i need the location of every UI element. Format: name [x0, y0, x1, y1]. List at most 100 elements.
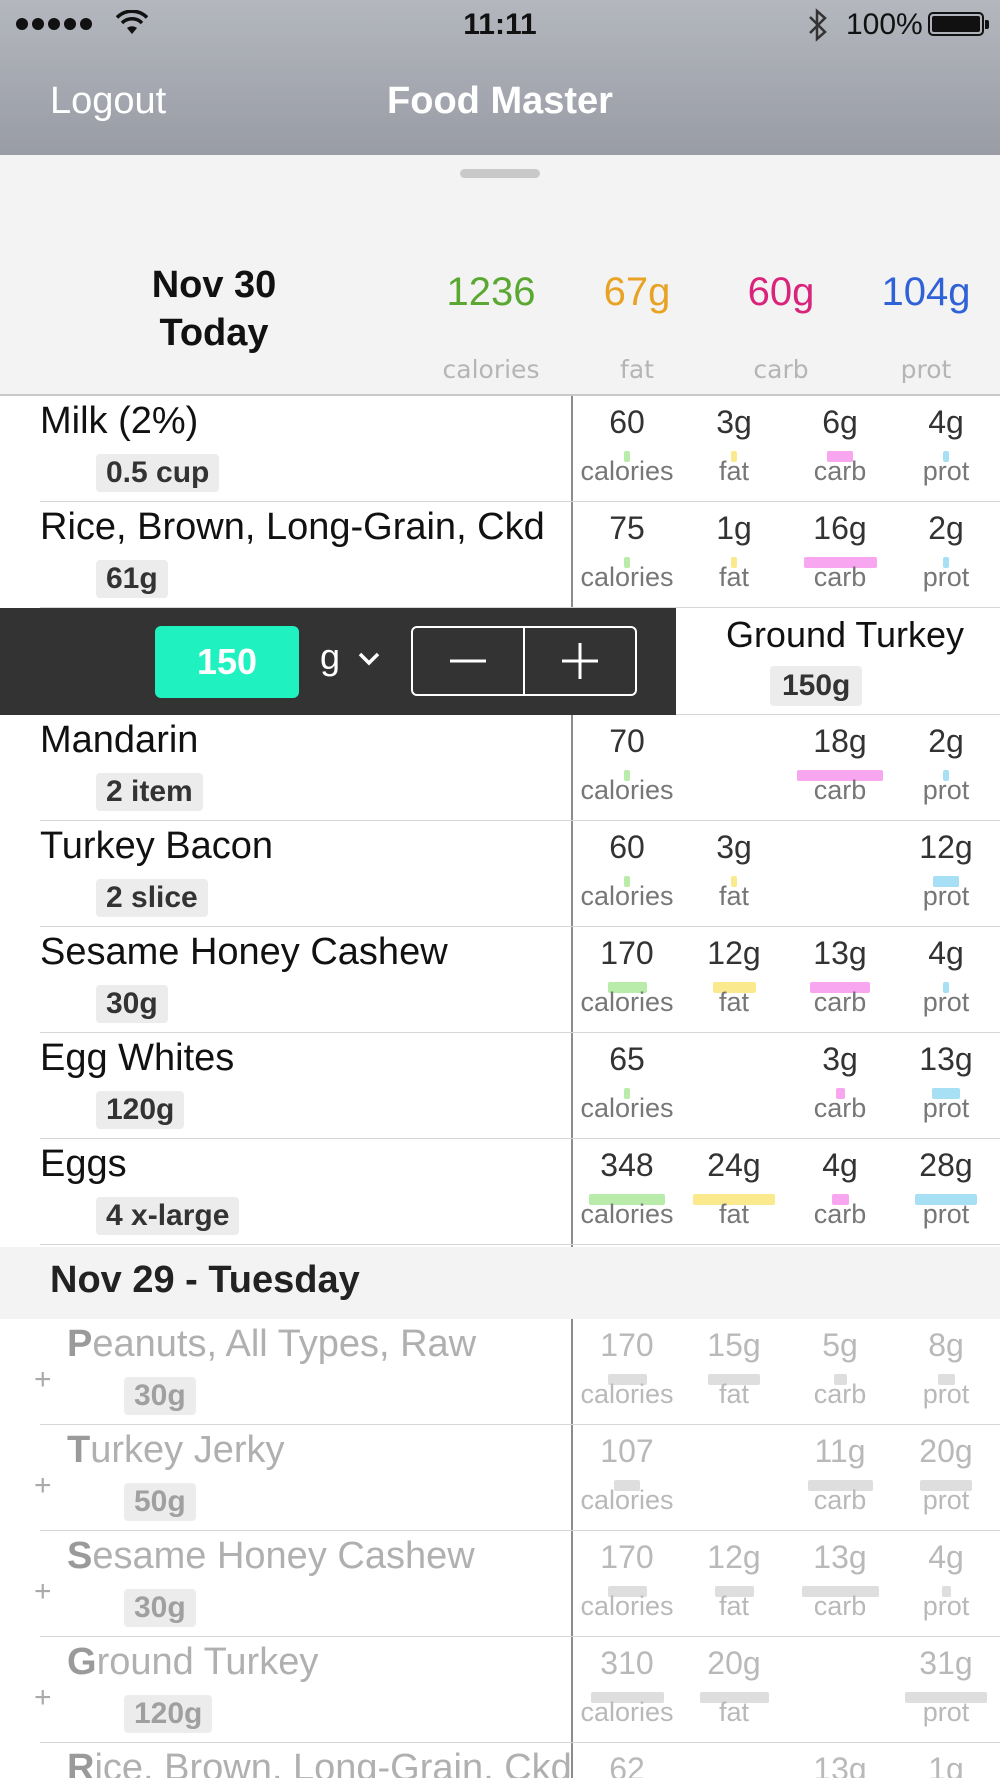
calories-cell: 348 calories [577, 1139, 677, 1245]
fat-label: fat [718, 987, 750, 1017]
food-name: Sesame Honey Cashew [67, 1535, 475, 1577]
calories-value: 75 [609, 510, 645, 546]
total-prot: 104g [881, 270, 971, 314]
food-entry-row[interactable]: Eggs 4 x-large 348 calories 24g fat 4g carb 28g p… [0, 1139, 1000, 1245]
total-carb-label: carb [753, 355, 809, 384]
food-log-list[interactable]: 150 g Ground Turkey 150g Nov 29 - Tuesda… [0, 396, 1000, 1778]
carb-cell: 18g carb [790, 715, 890, 821]
add-entry-icon[interactable]: + [34, 1575, 52, 1609]
navigation-bar: 11:11 100% Logout Food Master [0, 0, 1000, 155]
prot-label: prot [922, 1485, 970, 1515]
food-entry-row[interactable]: Milk (2%) 0.5 cup 60 calories 3g fat 6g carb 4g p… [0, 396, 1000, 502]
calories-label: calories [580, 987, 674, 1017]
calories-value: 170 [600, 1539, 654, 1575]
increment-button[interactable] [523, 628, 635, 694]
fat-label: fat [718, 881, 750, 911]
total-fat: 67g [603, 270, 671, 314]
food-entry-row[interactable]: Turkey Bacon 2 slice 60 calories 3g fat 12g pro… [0, 821, 1000, 927]
fat-cell: 20g fat [684, 1637, 784, 1743]
food-quantity: 2 slice [96, 879, 208, 917]
fat-cell: 12g fat [684, 1531, 784, 1637]
food-entry-row[interactable]: + Turkey Jerky 50g 107 calories 11g carb 20g pro… [0, 1425, 1000, 1531]
carb-value: 13g [813, 1539, 867, 1575]
calories-label: calories [580, 456, 674, 486]
carb-value: 18g [813, 723, 867, 759]
carb-cell: 13gcarb [790, 1743, 890, 1778]
fat-label: fat [718, 456, 750, 486]
food-entry-row[interactable]: Rice, Brown, Long-Grain, Ckd 61g 75 calorie… [0, 502, 1000, 608]
prot-cell: 2g prot [896, 502, 996, 608]
fat-value: 3g [716, 829, 752, 865]
prot-label: prot [922, 1093, 970, 1123]
carb-label: carb [813, 456, 867, 486]
add-entry-icon[interactable]: + [34, 1469, 52, 1503]
food-entry-row[interactable]: +Rice, Brown, Long-Grain, Ckd62calories1… [0, 1743, 1000, 1778]
food-name: Mandarin [40, 719, 199, 761]
carb-cell: 3g carb [790, 1033, 890, 1139]
food-name: Turkey Bacon [40, 825, 274, 867]
bluetooth-icon [809, 8, 827, 42]
page-title: Food Master [387, 80, 613, 122]
carb-value: 5g [822, 1327, 858, 1363]
quantity-stepper[interactable] [411, 626, 637, 696]
decrement-button[interactable] [413, 628, 523, 694]
amount-input[interactable]: 150 [155, 626, 299, 698]
food-entry-row[interactable]: Egg Whites 120g 65 calories 3g carb 13g prot [0, 1033, 1000, 1139]
prot-label: prot [922, 1591, 970, 1621]
carb-value: 6g [822, 404, 858, 440]
food-entry-row[interactable]: + Peanuts, All Types, Raw 30g 170 calories 15… [0, 1319, 1000, 1425]
prot-cell: 4g prot [896, 1531, 996, 1637]
food-quantity: 0.5 cup [96, 454, 220, 492]
food-entry-row[interactable]: + Ground Turkey 120g 310 calories 20g fat 31g pr… [0, 1637, 1000, 1743]
prot-label: prot [922, 775, 970, 805]
food-entry-row[interactable]: Sesame Honey Cashew 30g 170 calories 12g fat 1… [0, 927, 1000, 1033]
calories-label: calories [580, 1093, 674, 1123]
food-quantity: 120g [96, 1091, 185, 1129]
editor-food-quantity: 150g [770, 666, 863, 706]
fat-cell: 3g fat [684, 821, 784, 927]
prot-label: prot [922, 1697, 970, 1727]
food-quantity: 2 item [96, 773, 203, 811]
add-entry-icon[interactable]: + [34, 1363, 52, 1397]
total-fat-label: fat [620, 355, 654, 384]
prot-label: prot [922, 881, 970, 911]
calories-label: calories [580, 1379, 674, 1409]
carb-cell: 6g carb [790, 396, 890, 502]
prot-cell: 20g prot [896, 1425, 996, 1531]
carb-label: carb [813, 1591, 867, 1621]
drag-handle[interactable] [460, 169, 540, 178]
food-name: Milk (2%) [40, 400, 199, 442]
prot-value: 28g [919, 1147, 973, 1183]
food-entry-row[interactable]: + Sesame Honey Cashew 30g 170 calories 12g fat… [0, 1531, 1000, 1637]
fat-cell: 15g fat [684, 1319, 784, 1425]
day-section-title: Nov 29 - Tuesday [50, 1259, 360, 1301]
total-carb: 60g [747, 270, 815, 314]
prot-cell: 28g prot [896, 1139, 996, 1245]
calories-cell: 70 calories [577, 715, 677, 821]
prot-label: prot [922, 562, 970, 592]
food-name: Ground Turkey [67, 1641, 319, 1683]
fat-value: 1g [716, 510, 752, 546]
editor-panel: 150 g [0, 608, 676, 715]
prot-label: prot [922, 987, 970, 1017]
add-entry-icon[interactable]: + [34, 1681, 52, 1715]
calories-cell: 170 calories [577, 1531, 677, 1637]
fat-value: 24g [707, 1147, 761, 1183]
carb-cell: 4g carb [790, 1139, 890, 1245]
calories-label: calories [580, 1697, 674, 1727]
total-calories: 1236 [446, 270, 536, 314]
prot-cell: 8g prot [896, 1319, 996, 1425]
carb-value: 13g [813, 1751, 867, 1778]
prot-value: 2g [928, 723, 964, 759]
fat-cell: 12g fat [684, 927, 784, 1033]
prot-cell: 13g prot [896, 1033, 996, 1139]
prot-label: prot [922, 1199, 970, 1229]
prot-value: 1g [928, 1751, 964, 1778]
calories-cell: 62calories [577, 1743, 677, 1778]
carb-cell: 13gcarb [790, 927, 890, 1033]
prot-value: 4g [928, 1539, 964, 1575]
food-name: Eggs [40, 1143, 127, 1185]
food-entry-row[interactable]: Mandarin 2 item 70 calories 18g carb 2g prot [0, 715, 1000, 821]
unit-selector[interactable]: g [320, 636, 380, 678]
fat-label: fat [718, 1591, 750, 1621]
